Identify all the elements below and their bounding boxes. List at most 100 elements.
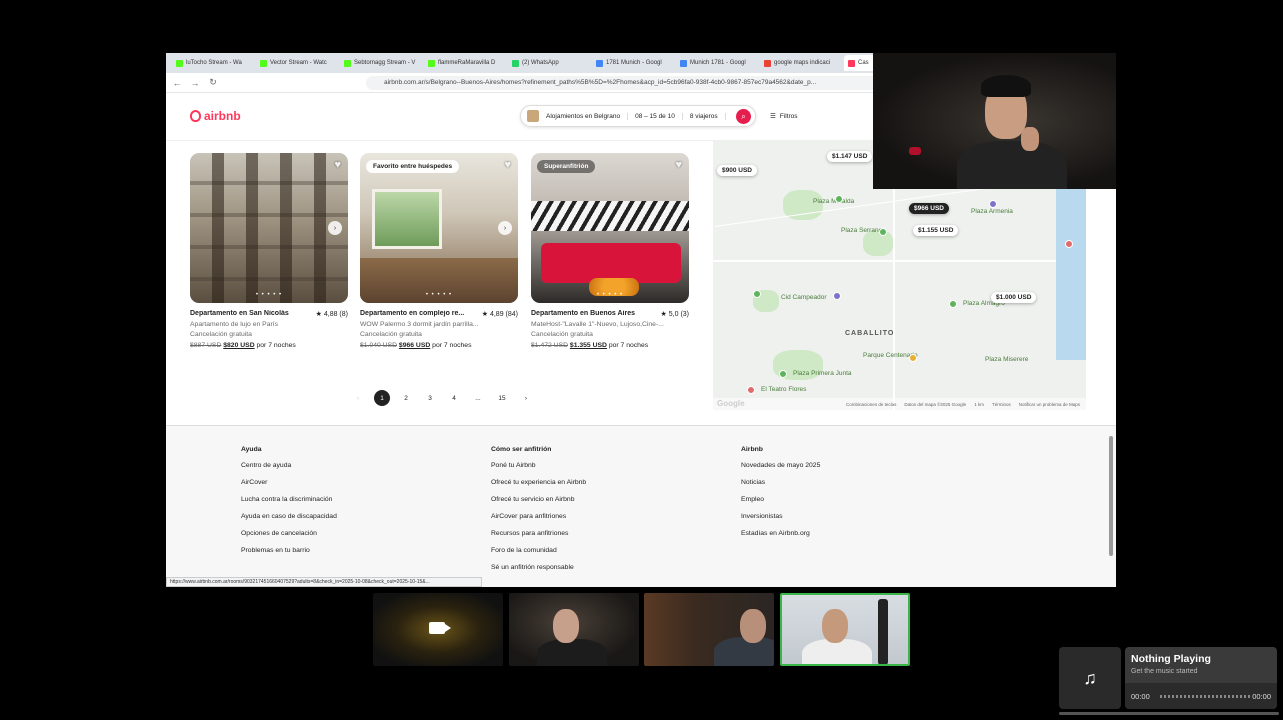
map-poi-icon	[1065, 240, 1073, 248]
listing-card[interactable]: Superanfitrión ♥ • • • • • Departamento …	[531, 153, 689, 349]
forward-icon[interactable]: →	[188, 76, 202, 90]
stream-stage: luTocho Stream - Wa Vector Stream - Watc…	[0, 0, 1283, 720]
participant-body	[537, 639, 607, 666]
current-price[interactable]: $820 USD	[223, 342, 254, 349]
browser-tab[interactable]: 1781 Munich - Googl	[592, 55, 674, 71]
participant-tile[interactable]	[509, 593, 639, 666]
chevron-right-icon[interactable]: ›	[498, 221, 512, 235]
participant-tile[interactable]	[373, 593, 503, 666]
heart-icon[interactable]: ♥	[504, 159, 511, 171]
house-icon	[527, 110, 539, 122]
pagination: ‹ 1 2 3 4 ... 15 ›	[350, 390, 534, 406]
search-guests[interactable]: 8 viajeros	[683, 112, 726, 120]
footer-link[interactable]: Ofrecé tu experiencia en Airbnb	[491, 479, 721, 486]
listing-card[interactable]: Favorito entre huéspedes ♥ › • • • • • D…	[360, 153, 518, 349]
map-price-tag-selected[interactable]: $966 USD	[909, 203, 949, 214]
listing-photo[interactable]: Superanfitrión ♥ • • • • •	[531, 153, 689, 303]
browser-tab[interactable]: Munich 1781 - Googl	[676, 55, 758, 71]
footer-link[interactable]: Noticias	[741, 479, 971, 486]
next-page-icon[interactable]: ›	[518, 390, 534, 406]
browser-tab[interactable]: flammeRaMaravilla D	[424, 55, 506, 71]
filters-button[interactable]: ☰ Filtros	[770, 107, 798, 125]
browser-tab[interactable]: Vector Stream - Watc	[256, 55, 338, 71]
airbnb-logo[interactable]: airbnb	[190, 109, 241, 123]
browser-tab[interactable]: luTocho Stream - Wa	[172, 55, 254, 71]
search-icon[interactable]: ⌕	[736, 109, 751, 124]
map-price-tag[interactable]: $1.000 USD	[991, 292, 1037, 303]
page-scrollbar[interactable]	[1109, 436, 1113, 556]
participant-tile-speaking[interactable]	[780, 593, 910, 666]
studio-light	[909, 147, 921, 155]
price-suffix: por 7 noches	[432, 342, 472, 349]
map-price-tag[interactable]: $900 USD	[717, 165, 757, 176]
guitar-icon	[878, 599, 888, 664]
map-label: Plaza Armenia	[971, 208, 1013, 215]
search-dates[interactable]: 08 – 15 de 10	[628, 112, 683, 120]
map-price-tag[interactable]: $1.147 USD	[827, 151, 873, 162]
footer-link[interactable]: Inversionistas	[741, 513, 971, 520]
footer-link[interactable]: Poné tu Airbnb	[491, 462, 721, 469]
map-poi-icon	[989, 200, 997, 208]
listing-photo[interactable]: Favorito entre huéspedes ♥ › • • • • •	[360, 153, 518, 303]
footer-link[interactable]: Ayuda en caso de discapacidad	[241, 513, 471, 520]
map-attribution-item[interactable]: Notificar un problema de Maps	[1019, 402, 1080, 407]
page-15[interactable]: 15	[494, 390, 510, 406]
browser-tab[interactable]: (2) WhatsApp	[508, 55, 590, 71]
page-3[interactable]: 3	[422, 390, 438, 406]
page-ellipsis: ...	[475, 394, 481, 402]
participant-face	[553, 609, 579, 643]
current-price[interactable]: $1.355 USD	[570, 342, 607, 349]
superhost-badge: Superanfitrión	[537, 160, 596, 173]
footer-link[interactable]: Opciones de cancelación	[241, 530, 471, 537]
footer-link[interactable]: Recursos para anfitriones	[491, 530, 721, 537]
browser-tab[interactable]: google maps indicaci	[760, 55, 842, 71]
page-2[interactable]: 2	[398, 390, 414, 406]
footer-link[interactable]: AirCover para anfitriones	[491, 513, 721, 520]
footer-link[interactable]: Lucha contra la discriminación	[241, 496, 471, 503]
tab-label: flammeRaMaravilla D	[438, 60, 496, 66]
footer-link[interactable]: Centro de ayuda	[241, 462, 471, 469]
page-4[interactable]: 4	[446, 390, 462, 406]
page-1[interactable]: 1	[374, 390, 390, 406]
listing-subtitle: Apartamento de lujo en París	[190, 321, 279, 328]
search-location[interactable]: Alojamientos en Belgrano	[539, 112, 629, 120]
current-price[interactable]: $966 USD	[399, 342, 430, 349]
listing-rating: ★ 5,0 (3)	[660, 311, 689, 318]
footer-link[interactable]: Foro de la comunidad	[491, 547, 721, 554]
map-poi-icon	[909, 354, 917, 362]
listing-card[interactable]: ♥ › • • • • • Departamento en San Nicolá…	[190, 153, 348, 349]
map-attribution-item[interactable]: Términos	[992, 402, 1011, 407]
heart-icon[interactable]: ♥	[675, 159, 682, 171]
heart-icon[interactable]: ♥	[334, 159, 341, 171]
search-pill[interactable]: Alojamientos en Belgrano 08 – 15 de 10 8…	[520, 105, 756, 127]
footer-link[interactable]: Estadías en Airbnb.org	[741, 530, 971, 537]
logo-text: airbnb	[204, 109, 241, 123]
footer-link[interactable]: Ofrecé tu servicio en Airbnb	[491, 496, 721, 503]
footer-link[interactable]: Sé un anfitrión responsable	[491, 564, 721, 571]
footer-link[interactable]: Problemas en tu barrio	[241, 547, 471, 554]
footer-link[interactable]: Novedades de mayo 2025	[741, 462, 971, 469]
reload-icon[interactable]: ↻	[206, 76, 220, 90]
tab-label: Sebtornagg Stream - V	[354, 60, 416, 66]
participant-tile[interactable]	[644, 593, 774, 666]
prev-page-icon[interactable]: ‹	[350, 390, 366, 406]
listing-photo[interactable]: ♥ › • • • • •	[190, 153, 348, 303]
tab-favicon-icon	[512, 59, 519, 67]
music-time-start: 00:00	[1131, 692, 1150, 701]
footer-link[interactable]: Empleo	[741, 496, 971, 503]
back-icon[interactable]: ←	[170, 76, 184, 90]
music-track[interactable]	[1160, 695, 1250, 698]
listing-subtitle: MateHost-"Lavalle 1"-Nuevo, Lujoso,Cine-…	[531, 321, 664, 328]
listing-title: Departamento en Buenos Aires	[531, 310, 635, 317]
map-road	[713, 260, 1086, 262]
map-price-tag[interactable]: $1.155 USD	[913, 225, 959, 236]
footer-column-help: Ayuda Centro de ayuda AirCover Lucha con…	[241, 446, 471, 564]
tab-label: google maps indicaci	[774, 60, 831, 66]
map-attribution-item[interactable]: Combinaciones de teclas	[846, 402, 896, 407]
footer-link[interactable]: AirCover	[241, 479, 471, 486]
price-suffix: por 7 noches	[608, 342, 649, 349]
browser-tab[interactable]: Sebtornagg Stream - V	[340, 55, 422, 71]
map-water	[1056, 180, 1086, 360]
footer-column-hosting: Cómo ser anfitrión Poné tu Airbnb Ofrecé…	[491, 446, 721, 581]
chevron-right-icon[interactable]: ›	[328, 221, 342, 235]
